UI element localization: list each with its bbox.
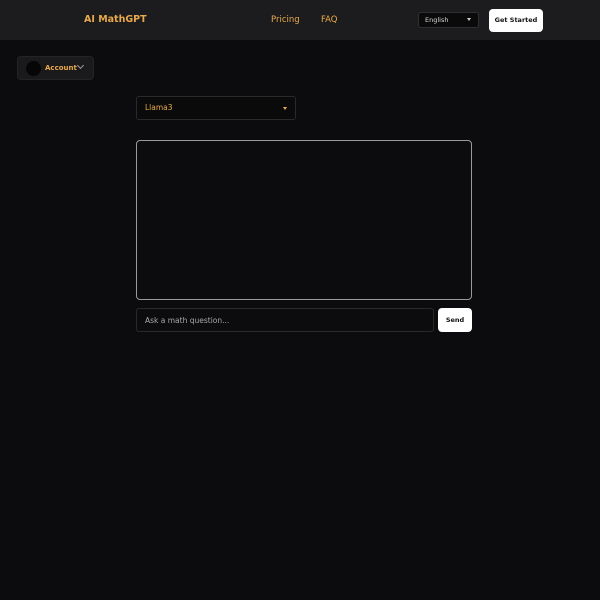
chat-output-area[interactable] bbox=[136, 140, 472, 300]
nav-faq-link[interactable]: FAQ bbox=[321, 14, 337, 26]
account-label: Account bbox=[45, 64, 77, 72]
caret-down-icon bbox=[283, 107, 287, 110]
get-started-button[interactable]: Get Started bbox=[489, 9, 543, 32]
avatar bbox=[26, 61, 41, 76]
language-select-value: English bbox=[425, 16, 449, 24]
caret-down-icon bbox=[467, 18, 471, 21]
model-select[interactable]: Llama3 bbox=[136, 96, 296, 120]
model-select-value: Llama3 bbox=[145, 103, 173, 112]
account-button[interactable]: Account bbox=[17, 56, 94, 80]
nav-pricing-link[interactable]: Pricing bbox=[271, 14, 300, 26]
question-input[interactable] bbox=[136, 308, 434, 332]
language-select[interactable]: English bbox=[418, 12, 479, 28]
chevron-down-icon bbox=[76, 61, 85, 70]
top-header: AI MathGPT Pricing FAQ English Get Start… bbox=[0, 0, 600, 40]
brand-logo[interactable]: AI MathGPT bbox=[84, 13, 147, 27]
send-button[interactable]: Send bbox=[438, 308, 472, 332]
